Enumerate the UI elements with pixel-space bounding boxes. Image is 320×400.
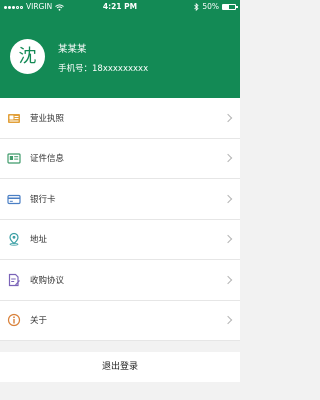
menu-item-label: 银行卡 — [30, 194, 56, 205]
status-bar: VIRGIN 4:21 PM 50% — [0, 0, 240, 14]
menu-item-label: 营业执照 — [30, 113, 65, 124]
bank-card-icon — [7, 194, 21, 204]
menu-item-label: 收购协议 — [30, 275, 65, 286]
phone-line: 手机号：18xxxxxxxxx — [58, 62, 148, 74]
profile-header: 沈 某某某 手机号：18xxxxxxxxx — [0, 14, 240, 98]
battery-percent: 50% — [202, 2, 219, 11]
user-name: 某某某 — [58, 44, 87, 55]
menu-item-label: 证件信息 — [30, 154, 65, 165]
avatar[interactable]: 沈 — [10, 39, 45, 74]
chevron-right-icon — [223, 275, 233, 284]
chevron-right-icon — [223, 235, 233, 244]
status-right: 50% — [194, 0, 238, 14]
battery-fill — [223, 5, 229, 9]
id-card-icon — [7, 153, 21, 164]
battery-icon — [222, 4, 238, 10]
menu-item-about[interactable]: 关于 — [0, 301, 240, 341]
agreement-icon — [8, 273, 20, 286]
menu-item-label: 关于 — [30, 316, 48, 327]
chevron-right-icon — [223, 113, 233, 122]
chevron-right-icon — [223, 194, 233, 203]
bluetooth-icon — [194, 3, 199, 11]
info-icon — [7, 314, 21, 327]
menu-item-purchase-agreement[interactable]: 收购协议 — [0, 260, 240, 301]
license-icon — [8, 113, 20, 123]
menu-item-business-license[interactable]: 营业执照 — [0, 98, 240, 139]
chevron-right-icon — [223, 316, 233, 325]
menu-item-label: 地址 — [30, 235, 48, 246]
chevron-right-icon — [223, 154, 233, 163]
menu-item-id-info[interactable]: 证件信息 — [0, 139, 240, 179]
location-icon — [9, 233, 19, 246]
logout-button[interactable]: 退出登录 — [0, 352, 240, 382]
phone-label: 手机号： — [58, 64, 93, 74]
phone-number: 18xxxxxxxxx — [92, 64, 149, 74]
settings-menu: 营业执照 证件信息 银行卡 地址 收购协议 关于 — [0, 98, 240, 341]
menu-item-bank-card[interactable]: 银行卡 — [0, 179, 240, 220]
menu-item-address[interactable]: 地址 — [0, 220, 240, 260]
